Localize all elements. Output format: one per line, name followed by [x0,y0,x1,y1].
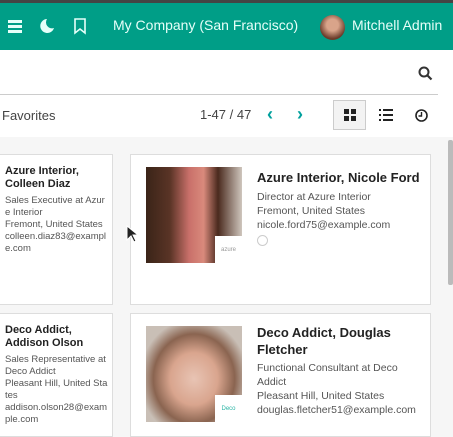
contact-card[interactable]: Deco Addict, Addison Olson Sales Represe… [0,313,113,437]
card-email: addison.olson28@example.com [5,402,108,425]
bookmark-icon[interactable] [71,17,89,35]
favorites-menu[interactable]: Favorites [2,108,55,123]
pager-previous-button[interactable]: ‹ [267,104,273,125]
company-logo: azure [215,236,242,263]
card-info: Azure Interior, Nicole Ford Director at … [257,169,427,251]
list-view-button[interactable] [369,100,402,130]
card-title: Deco Addict, Addison Olson [5,324,84,349]
contact-photo: azure [146,167,242,263]
company-logo: Deco [215,395,242,422]
card-title: Azure Interior, Nicole Ford [257,170,420,185]
card-email: douglas.fletcher51@example.com [257,404,416,416]
kanban-icon [343,109,356,121]
pager-value[interactable]: 1-47 / 47 [200,107,251,122]
card-location: Fremont, United States [257,205,365,217]
contact-card[interactable]: azure Azure Interior, Nicole Ford Direct… [130,154,431,305]
contact-card[interactable]: Deco Deco Addict, Douglas Fletcher Funct… [130,313,431,437]
top-navbar: My Company (San Francisco) Mitchell Admi… [0,3,453,50]
card-location: Pleasant Hill, United States [257,390,385,402]
card-info: Deco Addict, Addison Olson Sales Represe… [5,324,109,426]
user-menu[interactable]: Mitchell Admin [352,17,442,33]
card-email: nicole.ford75@example.com [257,219,391,231]
card-job: Sales Executive at Azure Interior [5,195,105,218]
user-avatar[interactable] [320,15,345,40]
card-title: Azure Interior, Colleen Diaz [5,165,79,190]
mouse-cursor-icon [126,225,138,243]
scrollbar[interactable] [448,140,453,285]
card-email: colleen.diaz83@example.com [5,231,107,254]
activity-clock-icon[interactable] [257,235,268,246]
card-job: Functional Consultant at Deco Addict [257,362,398,388]
card-job: Director at Azure Interior [257,191,371,203]
card-location: Pleasant Hill, United States [5,378,108,401]
card-title: Deco Addict, Douglas Fletcher [257,325,391,357]
card-info: Deco Addict, Douglas Fletcher Functional… [257,324,427,417]
clock-icon [415,108,428,122]
pager-next-button[interactable]: › [297,104,303,125]
search-bar[interactable] [0,50,453,95]
contact-card[interactable]: Azure Interior, Colleen Diaz Sales Execu… [0,154,113,305]
list-icon [378,109,393,121]
kanban-view-button[interactable] [333,100,366,130]
search-icon[interactable] [418,66,433,81]
company-switcher[interactable]: My Company (San Francisco) [113,17,298,33]
card-location: Fremont, United States [5,219,103,230]
card-job: Sales Representative at Deco Addict [5,354,106,377]
activity-menu-icon[interactable] [7,17,25,35]
activity-view-button[interactable] [405,100,438,130]
card-info: Azure Interior, Colleen Diaz Sales Execu… [5,165,109,255]
contact-photo: Deco [146,326,242,422]
dark-mode-icon[interactable] [38,17,56,35]
